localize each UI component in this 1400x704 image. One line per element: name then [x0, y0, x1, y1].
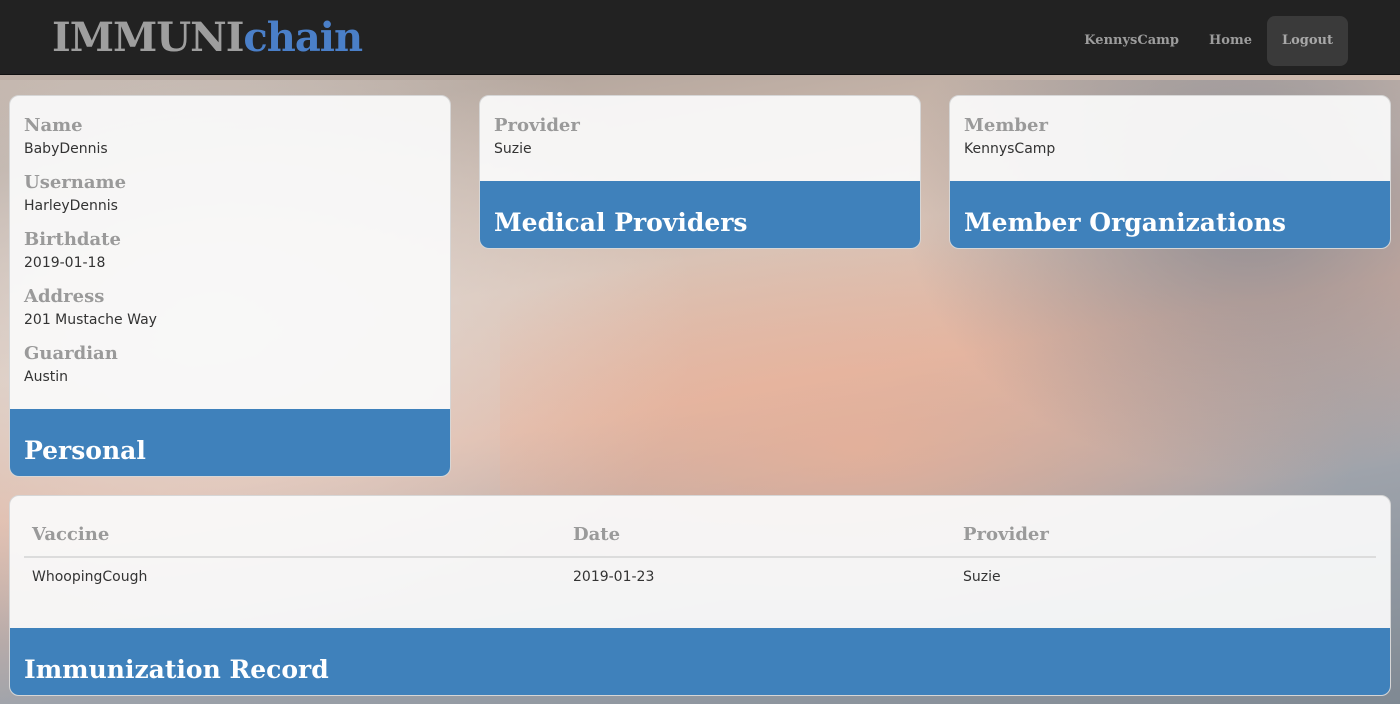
guardian-value: Austin — [24, 369, 68, 385]
table-row: WhoopingCough 2019-01-23 Suzie — [24, 558, 1376, 598]
personal-fields: Name BabyDennis Username HarleyDennis Bi… — [24, 114, 157, 399]
immunization-record-panel-footer: Immunization Record — [10, 628, 1390, 695]
personal-panel: Name BabyDennis Username HarleyDennis Bi… — [9, 95, 451, 477]
provider-label: Provider — [494, 115, 580, 136]
top-navbar: IMMUNIchain KennysCamp Home Logout — [0, 0, 1400, 75]
column-header-provider: Provider — [963, 524, 1049, 545]
column-header-vaccine: Vaccine — [32, 524, 110, 545]
provider-value: Suzie — [494, 141, 532, 157]
username-label: Username — [24, 172, 127, 193]
nav-user-link[interactable]: KennysCamp — [1069, 16, 1194, 66]
nav-logout-button[interactable]: Logout — [1266, 16, 1348, 66]
personal-panel-title: Personal — [24, 436, 146, 465]
brand-logo[interactable]: IMMUNIchain — [52, 14, 363, 61]
provider-fields: Provider Suzie — [494, 114, 580, 171]
column-header-date: Date — [573, 524, 621, 545]
birthdate-value: 2019-01-18 — [24, 255, 106, 271]
personal-panel-footer: Personal — [10, 409, 450, 476]
nav-home-link[interactable]: Home — [1194, 16, 1267, 66]
name-label: Name — [24, 115, 83, 136]
immunization-record-title: Immunization Record — [24, 655, 329, 684]
birthdate-label: Birthdate — [24, 229, 121, 250]
guardian-label: Guardian — [24, 343, 118, 364]
immunization-record-panel: Vaccine Date Provider WhoopingCough 2019… — [9, 495, 1391, 696]
member-label: Member — [964, 115, 1048, 136]
member-fields: Member KennysCamp — [964, 114, 1055, 171]
medical-providers-panel-footer: Medical Providers — [480, 181, 920, 248]
medical-providers-panel: Provider Suzie Medical Providers — [479, 95, 921, 249]
address-value: 201 Mustache Way — [24, 312, 157, 328]
name-value: BabyDennis — [24, 141, 108, 157]
brand-part-chain: chain — [243, 14, 363, 61]
medical-providers-title: Medical Providers — [494, 208, 748, 237]
table-header: Vaccine Date Provider — [24, 518, 1376, 558]
member-organizations-title: Member Organizations — [964, 208, 1286, 237]
cell-provider: Suzie — [963, 569, 1001, 585]
immunization-table: Vaccine Date Provider WhoopingCough 2019… — [24, 518, 1376, 598]
member-value: KennysCamp — [964, 141, 1056, 157]
cell-date: 2019-01-23 — [573, 569, 655, 585]
nav-links: KennysCamp Home Logout — [1069, 16, 1348, 66]
member-organizations-panel-footer: Member Organizations — [950, 181, 1390, 248]
member-organizations-panel: Member KennysCamp Member Organizations — [949, 95, 1391, 249]
username-value: HarleyDennis — [24, 198, 118, 214]
cell-vaccine: WhoopingCough — [32, 569, 148, 585]
address-label: Address — [24, 286, 105, 307]
brand-part-immuni: IMMUNI — [52, 14, 244, 61]
